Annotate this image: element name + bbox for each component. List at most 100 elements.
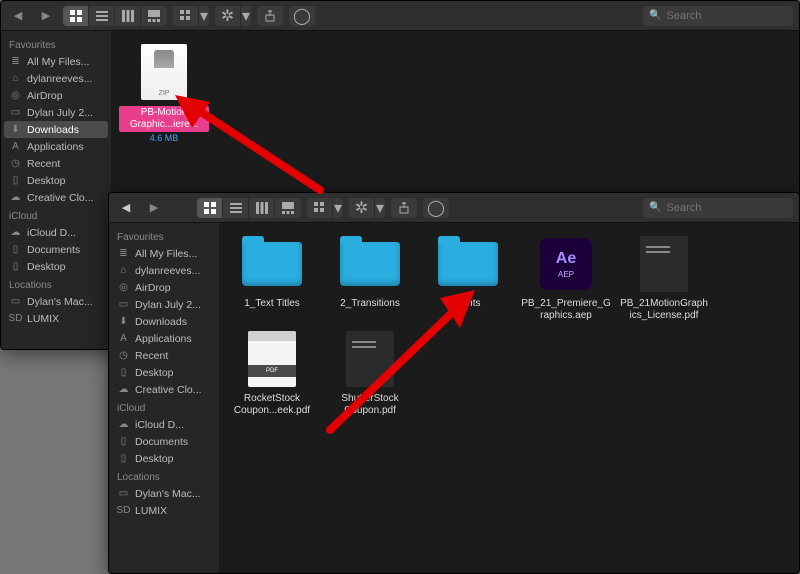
gallery-view-button[interactable] (141, 6, 167, 26)
sidebar-item-label: Recent (135, 350, 168, 362)
folder-icon: ▭ (9, 106, 22, 119)
sidebar-item[interactable]: AApplications (109, 330, 219, 347)
sidebar-section-header: iCloud (109, 398, 219, 416)
search-field[interactable]: 🔍 (643, 6, 793, 26)
sidebar-item-label: Desktop (135, 367, 174, 379)
sidebar-item[interactable]: ≣All My Files... (109, 245, 219, 262)
sidebar-item[interactable]: ▭Dylan's Mac... (109, 485, 219, 502)
sidebar-item-label: LUMIX (27, 313, 59, 325)
sidebar-item[interactable]: ▯Documents (1, 241, 111, 258)
back-button[interactable]: ◀ (115, 198, 137, 218)
monitor-icon: ▭ (117, 487, 130, 500)
sidebar-item[interactable]: ▯Documents (109, 433, 219, 450)
desktop-icon: ▯ (117, 452, 130, 465)
gallery-view-button[interactable] (275, 198, 301, 218)
file-item[interactable]: ShutterStock Coupon.pdf (325, 328, 415, 417)
sidebar-item[interactable]: ⬇Downloads (109, 313, 219, 330)
file-label: 1_Text Titles (244, 298, 300, 310)
file-label: Fonts (455, 298, 480, 310)
action-button[interactable]: ✲▾ (349, 198, 385, 218)
doc-icon: ▯ (9, 243, 22, 256)
sidebar-item[interactable]: ☁ Creative Clo... (1, 189, 111, 206)
sidebar-item[interactable]: ☁ iCloud D... (1, 224, 111, 241)
share-button[interactable] (257, 6, 283, 26)
sidebar-item[interactable]: SD LUMIX (1, 310, 111, 327)
sidebar-item-label: Downloads (135, 316, 187, 328)
group-by-button[interactable]: ▾ (173, 6, 209, 26)
search-field[interactable]: 🔍 (643, 198, 793, 218)
file-item[interactable]: Fonts (423, 233, 513, 322)
sidebar-item[interactable]: AApplications (1, 138, 111, 155)
sidebar-item[interactable]: ▯Desktop (1, 172, 111, 189)
file-label: RocketStock Coupon...eek.pdf (227, 393, 317, 417)
icon-view-button[interactable] (197, 198, 223, 218)
cloud-icon: ☁ (117, 418, 130, 431)
file-item[interactable]: PDFRocketStock Coupon...eek.pdf (227, 328, 317, 417)
sidebar-item[interactable]: ◷Recent (1, 155, 111, 172)
sidebar-item[interactable]: ☁iCloud D... (109, 416, 219, 433)
finder-window-folder: ◀ ▶ ▾ ✲▾ ◯ 🔍 Favourites≣All My Files...⌂… (108, 192, 800, 574)
search-input[interactable] (666, 10, 787, 22)
desktop-icon: ▯ (117, 366, 130, 379)
file-item[interactable]: 2_Transitions (325, 233, 415, 322)
tags-button[interactable]: ◯ (289, 6, 315, 26)
sidebar-item[interactable]: ◎AirDrop (109, 279, 219, 296)
search-input[interactable] (666, 202, 787, 214)
sidebar-item[interactable]: ▭Dylan July 2... (109, 296, 219, 313)
sidebar-item-label: Desktop (27, 261, 66, 273)
drive-icon: SD (117, 504, 130, 517)
sidebar-item[interactable]: ⌂ dylanreeves... (1, 70, 111, 87)
toolbar: ◀ ▶ ▾ ✲▾ ◯ 🔍 (109, 193, 799, 223)
sidebar-item[interactable]: ▯ Desktop (109, 364, 219, 381)
desktop-icon: ▯ (9, 260, 22, 273)
forward-button[interactable]: ▶ (35, 6, 57, 26)
folder-icon (437, 233, 499, 295)
sidebar-item-label: dylanreeves... (27, 73, 92, 85)
sidebar-item[interactable]: ☁Creative Clo... (109, 381, 219, 398)
sidebar-item[interactable]: SDLUMIX (109, 502, 219, 519)
cloud-icon: ☁ (9, 226, 22, 239)
back-button[interactable]: ◀ (7, 6, 29, 26)
sidebar-item[interactable]: ⬇Downloads (4, 121, 108, 138)
sidebar-item[interactable]: ◷Recent (109, 347, 219, 364)
sidebar-item-label: Dylan's Mac... (27, 296, 93, 308)
file-grid[interactable]: 1_Text Titles 2_Transitions Fonts AeAEPPB_2… (219, 223, 799, 573)
forward-button[interactable]: ▶ (143, 198, 165, 218)
sidebar-item-label: Applications (135, 333, 192, 345)
toolbar: ◀ ▶ ▾ ✲▾ ◯ 🔍 (1, 1, 799, 31)
home-icon: ⌂ (9, 72, 22, 85)
tags-button[interactable]: ◯ (423, 198, 449, 218)
file-item[interactable]: AeAEPPB_21_Premiere_Graphics.aep (521, 233, 611, 322)
sidebar-item[interactable]: ▯Desktop (109, 450, 219, 467)
file-item[interactable]: PB_21MotionGraphics_License.pdf (619, 233, 709, 322)
list-view-button[interactable] (223, 198, 249, 218)
file-item[interactable]: 1_Text Titles (227, 233, 317, 322)
list-view-button[interactable] (89, 6, 115, 26)
action-button[interactable]: ✲▾ (215, 6, 251, 26)
sidebar-item[interactable]: ▭Dylan's Mac... (1, 293, 111, 310)
column-view-button[interactable] (249, 198, 275, 218)
all-files-icon: ≣ (9, 55, 22, 68)
share-button[interactable] (391, 198, 417, 218)
search-icon: 🔍 (649, 202, 661, 213)
file-item[interactable]: PB-Motion Graphic...iere...4.6 MB (119, 41, 209, 143)
sidebar-item[interactable]: ⌂dylanreeves... (109, 262, 219, 279)
sidebar-section-header: iCloud (1, 206, 111, 224)
column-view-button[interactable] (115, 6, 141, 26)
sidebar-item-label: Creative Clo... (27, 192, 94, 204)
sidebar-item[interactable]: ◎AirDrop (1, 87, 111, 104)
sidebar-item[interactable]: ▯ Desktop (1, 258, 111, 275)
pdf-dark-icon (633, 233, 695, 295)
file-label: 2_Transitions (340, 298, 400, 310)
file-label: ShutterStock Coupon.pdf (325, 393, 415, 417)
sidebar-item-label: AirDrop (135, 282, 171, 294)
sidebar-item[interactable]: ≣ All My Files... (1, 53, 111, 70)
sidebar: Favourites≣All My Files...⌂dylanreeves..… (109, 223, 219, 573)
sidebar-item-label: All My Files... (27, 56, 89, 68)
drive-icon: SD (9, 312, 22, 325)
sidebar-item-label: iCloud D... (27, 227, 76, 239)
group-by-button[interactable]: ▾ (307, 198, 343, 218)
icon-view-button[interactable] (63, 6, 89, 26)
cloud-icon: ☁ (9, 191, 22, 204)
sidebar-item[interactable]: ▭Dylan July 2... (1, 104, 111, 121)
